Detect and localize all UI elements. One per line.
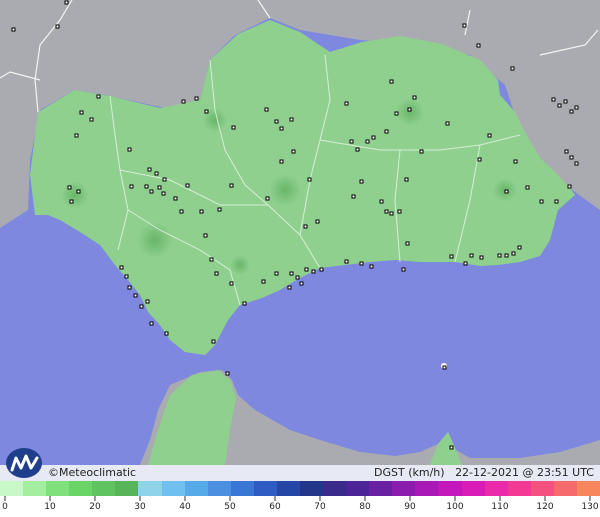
legend-color-step [0, 481, 24, 496]
legend-color-step [230, 481, 254, 496]
variable-timestamp: DGST (km/h) 22-12-2021 @ 23:51 UTC [374, 465, 594, 481]
legend-color-step [369, 481, 393, 496]
legend-tick-label: 60 [269, 502, 281, 512]
legend-tick-label: 80 [359, 502, 371, 512]
timestamp: 22-12-2021 @ 23:51 UTC [455, 466, 594, 479]
legend-color-step [507, 481, 531, 496]
legend-labels: 0 10 20 30 40 50 60 70 80 90 100 110 120 130 [0, 502, 600, 516]
legend-tick-label: 110 [491, 502, 509, 512]
legend-tick-label: 40 [179, 502, 191, 512]
legend-color-step [438, 481, 462, 496]
legend-color-step [530, 481, 554, 496]
meteoclimatic-logo-icon [4, 446, 48, 480]
legend-color-step [415, 481, 439, 496]
legend-tick-label: 120 [536, 502, 554, 512]
legend-tick-label: 70 [314, 502, 326, 512]
credit-text: ©Meteoclimatic [48, 466, 137, 479]
legend-color-step [323, 481, 347, 496]
legend-tick-label: 50 [224, 502, 236, 512]
legend-color-step [484, 481, 508, 496]
legend-tick-label: 30 [134, 502, 146, 512]
map-footer: ©Meteoclimatic DGST (km/h) 22-12-2021 @ … [0, 465, 600, 481]
legend-tick-label: 20 [89, 502, 101, 512]
legend-color-step [576, 481, 600, 496]
legend-tick-label: 130 [581, 502, 599, 512]
legend-tick-label: 10 [44, 502, 56, 512]
variable-label: DGST (km/h) [374, 466, 445, 479]
legend-color-step [276, 481, 301, 496]
legend-color-step [138, 481, 162, 496]
legend-tick-label: 90 [404, 502, 416, 512]
legend-color-step [69, 481, 93, 496]
legend-color-step [184, 481, 208, 496]
legend-color-step [346, 481, 370, 496]
map-view[interactable] [0, 0, 600, 517]
legend-color-step [253, 481, 277, 496]
legend-color-step [46, 481, 70, 496]
legend-color-step [115, 481, 139, 496]
legend-color-step [300, 481, 324, 496]
legend-color-step [23, 481, 47, 496]
legend-color-step [392, 481, 416, 496]
color-legend: 0 10 20 30 40 50 60 70 80 90 100 110 120 130 [0, 481, 600, 517]
legend-color-step [161, 481, 185, 496]
legend-color-bar [0, 481, 600, 496]
legend-color-step [461, 481, 485, 496]
legend-color-step [92, 481, 116, 496]
legend-color-step [553, 481, 577, 496]
legend-color-step [207, 481, 231, 496]
legend-tick-label: 100 [446, 502, 464, 512]
legend-tick-label: 0 [2, 502, 8, 512]
